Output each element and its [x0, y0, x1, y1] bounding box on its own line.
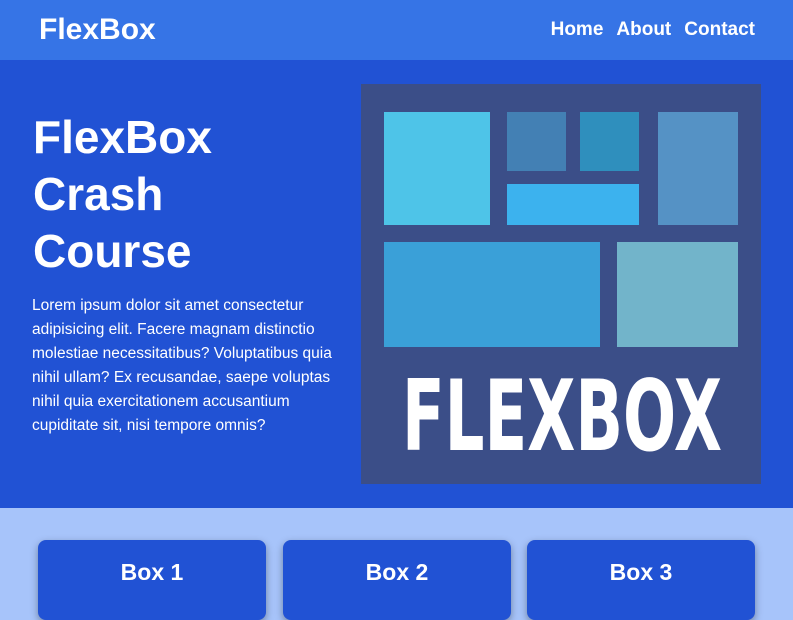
feature-box-title: Box 1	[120, 559, 184, 585]
feature-box-3: Box 3	[527, 540, 755, 620]
hero-title: FlexBox Crash Course	[33, 111, 212, 277]
site-logo[interactable]: FlexBox	[39, 12, 156, 48]
logo-tile	[580, 112, 639, 171]
nav-link-contact[interactable]: Contact	[684, 17, 755, 43]
logo-tile	[507, 112, 566, 171]
navbar: FlexBox Home About Contact	[0, 0, 793, 60]
feature-box-title: Box 3	[609, 559, 673, 585]
feature-box-title: Box 2	[365, 559, 429, 585]
hero-section: FlexBox Crash Course Lorem ipsum dolor s…	[0, 60, 793, 508]
logo-tile	[658, 112, 738, 225]
logo-tile	[617, 242, 738, 347]
hero-description: Lorem ipsum dolor sit amet consectetur a…	[32, 297, 332, 434]
feature-box-2: Box 2	[283, 540, 511, 620]
feature-box-1: Box 1	[38, 540, 266, 620]
features-section: Box 1 Box 2 Box 3	[0, 508, 793, 620]
logo-tile	[507, 184, 639, 225]
nav-link-about[interactable]: About	[616, 17, 671, 43]
logo-tile	[384, 112, 490, 225]
logo-tile	[384, 242, 600, 347]
logo-wordmark: FLEXBOX	[402, 360, 722, 474]
flexbox-logo-image: FLEXBOX	[361, 84, 761, 484]
main-nav: Home About Contact	[551, 17, 755, 43]
nav-link-home[interactable]: Home	[551, 17, 604, 43]
